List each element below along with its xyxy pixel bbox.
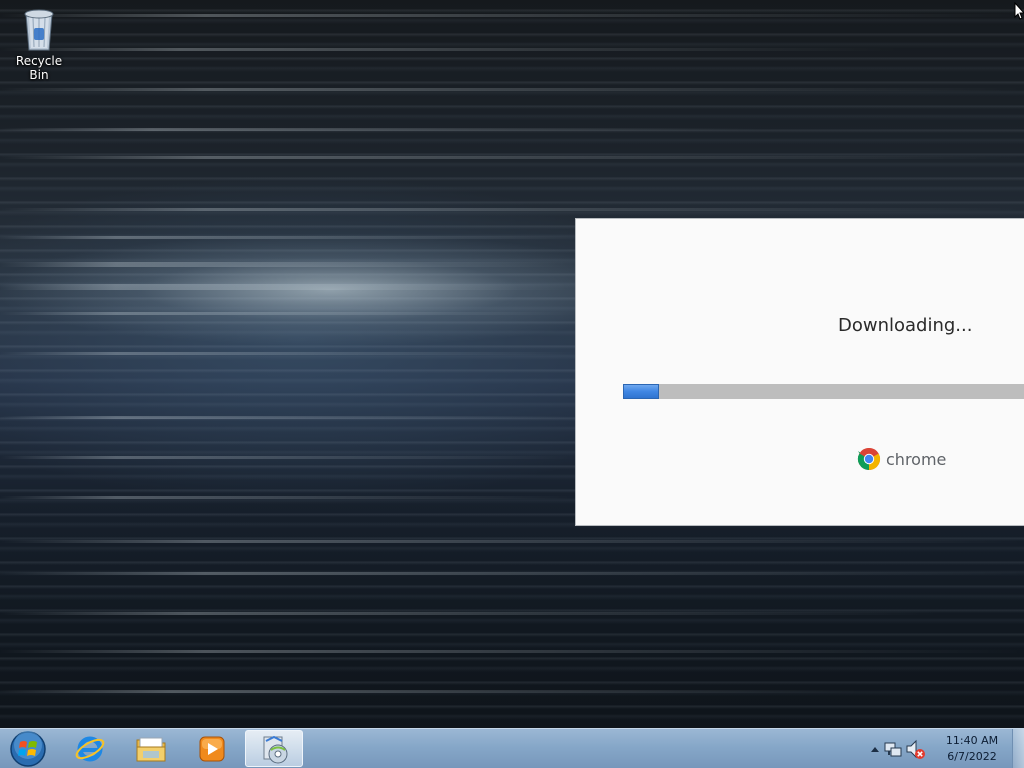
chrome-installer-window: Downloading... chrome	[575, 218, 1024, 526]
internet-explorer-icon	[75, 736, 105, 761]
download-progress-bar	[623, 384, 1024, 399]
windows-start-orb-icon	[10, 731, 46, 767]
taskbar-file-explorer[interactable]	[122, 730, 180, 767]
wallpaper-streak	[0, 456, 580, 459]
taskbar-media-player[interactable]	[183, 730, 241, 767]
file-explorer-icon	[136, 737, 166, 761]
wallpaper-streak	[0, 14, 1024, 17]
show-hidden-icons-arrow-icon[interactable]	[868, 729, 882, 768]
media-player-icon	[199, 736, 225, 761]
download-status-text: Downloading...	[838, 315, 973, 336]
recycle-bin-icon	[24, 9, 54, 51]
volume-muted-icon[interactable]	[904, 729, 926, 768]
start-button[interactable]	[4, 730, 52, 768]
network-icon[interactable]	[882, 729, 904, 768]
wallpaper-streak	[0, 156, 1024, 159]
wallpaper-streak	[0, 612, 940, 615]
chrome-brand: chrome	[857, 447, 946, 471]
chrome-brand-text: chrome	[886, 449, 947, 469]
mouse-cursor-icon	[1014, 2, 1024, 20]
clock-time: 11:40 AM	[945, 734, 999, 747]
wallpaper-streak	[0, 284, 580, 290]
chrome-logo-icon	[857, 447, 881, 470]
desktop-icon-label: Recycle Bin	[15, 54, 63, 82]
clock-date: 6/7/2022	[947, 750, 997, 763]
wallpaper-streak	[0, 48, 900, 51]
wallpaper-streak	[0, 312, 580, 315]
desktop: Recycle Bin Downloading... chrome 11:40 …	[0, 0, 1024, 768]
taskbar-installer-app[interactable]	[245, 730, 303, 767]
system-tray	[868, 729, 926, 768]
wallpaper-streak	[0, 88, 1024, 91]
taskbar: 11:40 AM 6/7/2022	[0, 728, 1024, 768]
wallpaper-streak	[0, 540, 1024, 543]
desktop-icon-recycle-bin[interactable]: Recycle Bin	[6, 6, 72, 82]
wallpaper-streak	[0, 352, 580, 355]
installer-app-icon	[263, 735, 288, 763]
wallpaper-streak	[0, 496, 580, 499]
wallpaper-streak	[0, 416, 580, 419]
wallpaper-streak	[0, 690, 860, 693]
wallpaper-streak	[0, 236, 580, 239]
wallpaper-streak	[0, 572, 1024, 575]
wallpaper-streak	[0, 128, 760, 131]
wallpaper-streak	[0, 262, 580, 267]
wallpaper-streak	[0, 650, 1024, 653]
download-progress-fill	[623, 384, 660, 399]
taskbar-internet-explorer[interactable]	[61, 730, 119, 767]
show-desktop-button[interactable]	[1012, 729, 1024, 768]
taskbar-clock[interactable]: 11:40 AM 6/7/2022	[940, 733, 1004, 765]
wallpaper-streak	[0, 208, 1024, 211]
